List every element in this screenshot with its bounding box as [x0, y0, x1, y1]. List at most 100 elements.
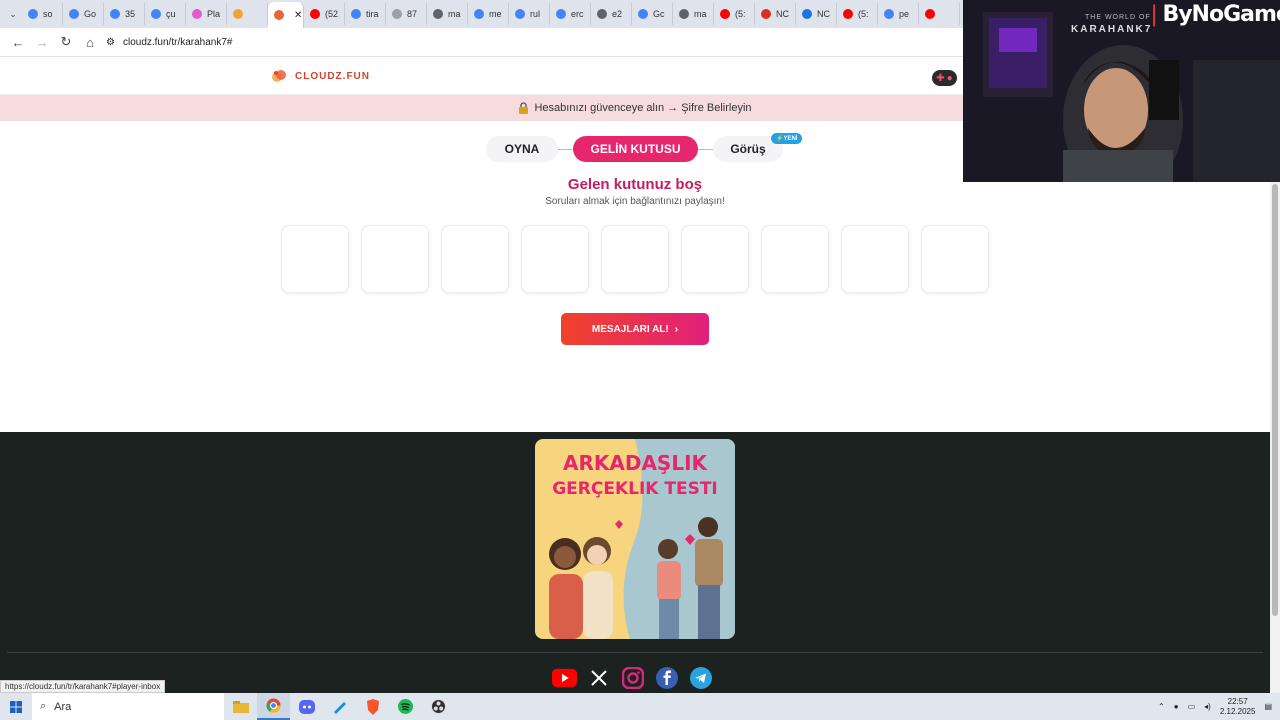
mode-tabs: OYNA GELİN KUTUSU Görüş ⚡YENİ: [486, 132, 806, 162]
notification-icon[interactable]: ▤: [1264, 702, 1272, 711]
system-tray: ⌃ ● ▭ ◂) 22:57 2.12.2025 ▤: [1158, 693, 1280, 720]
start-button[interactable]: [0, 693, 32, 720]
tab-favicon-icon: [28, 9, 38, 19]
promo-title-line2: GERÇEKLIK TESTI: [552, 479, 718, 499]
brave-app[interactable]: [356, 693, 389, 720]
x-icon[interactable]: [586, 665, 611, 690]
paint-app[interactable]: [323, 693, 356, 720]
tab-favicon-icon: [69, 9, 79, 19]
webcam-brand: ❘ByNoGame: [1145, 2, 1280, 27]
obs-icon: [431, 699, 446, 714]
brand-text: ByNoGame: [1162, 2, 1280, 27]
tab-connector: [698, 149, 713, 150]
browser-tab[interactable]: NC: [796, 3, 837, 25]
browser-tab[interactable]: ma: [427, 3, 468, 25]
browser-tab-label: rul: [530, 9, 541, 19]
tab-favicon-icon: [233, 9, 243, 19]
browser-tab[interactable]: NC: [755, 3, 796, 25]
tab-favicon-icon: [638, 9, 648, 19]
banner-text: Hesabınızı güvenceye alın → Şifre Belirl…: [534, 102, 752, 114]
browser-tab[interactable]: me: [468, 3, 509, 25]
browser-tab[interactable]: (5:: [714, 3, 755, 25]
browser-tab[interactable]: erc: [550, 3, 591, 25]
clock-time: 22:57: [1227, 696, 1248, 706]
browser-tab[interactable]: ma: [673, 3, 714, 25]
browser-tab[interactable]: ✕: [268, 2, 304, 28]
spotify-icon: [398, 699, 413, 714]
tab-play[interactable]: OYNA: [486, 136, 558, 162]
browser-tab[interactable]: [919, 3, 960, 25]
network-icon[interactable]: ▭: [1188, 702, 1196, 711]
tab-favicon-icon: [761, 9, 771, 19]
browser-tab[interactable]: e2: [591, 3, 632, 25]
volume-icon[interactable]: ◂): [1204, 702, 1211, 711]
browser-tab[interactable]: 87: [386, 3, 427, 25]
message-placeholder-card: [841, 225, 909, 293]
spotify-app[interactable]: [389, 693, 422, 720]
tab-favicon-icon: [474, 9, 484, 19]
browser-tab-label: so: [43, 9, 53, 19]
home-button[interactable]: ⌂: [78, 30, 102, 54]
browser-tab[interactable]: çu: [145, 3, 186, 25]
chevron-up-icon[interactable]: ⌃: [1158, 702, 1165, 711]
site-logo[interactable]: CLOUDZ.FUN: [270, 67, 370, 85]
file-explorer-app[interactable]: [224, 693, 257, 720]
tab-favicon-icon: [310, 9, 320, 19]
forward-button[interactable]: →: [30, 30, 54, 54]
browser-tab-label: me: [489, 9, 502, 19]
browser-tab[interactable]: tira: [345, 3, 386, 25]
taskbar-clock[interactable]: 22:57 2.12.2025: [1220, 697, 1256, 717]
browser-tab[interactable]: (5:: [837, 3, 878, 25]
chrome-app[interactable]: [257, 693, 290, 720]
footer-divider: [7, 652, 1263, 653]
windows-taskbar: ⌕ Ara ⌃ ● ▭ ◂) 22:57 2.12.2025 ▤: [0, 693, 1280, 720]
taskbar-search[interactable]: ⌕ Ara: [32, 693, 224, 720]
browser-tab-label: (5:: [735, 9, 746, 19]
message-placeholder-card: [761, 225, 829, 293]
social-links: [552, 665, 713, 690]
tab-favicon-icon: [110, 9, 120, 19]
site-info-icon[interactable]: ⚙: [106, 37, 115, 48]
address-url: cloudz.fun/tr/karahank7#: [122, 36, 233, 48]
browser-tab[interactable]: so: [22, 3, 63, 25]
message-placeholder-card: [361, 225, 429, 293]
telegram-icon[interactable]: [688, 665, 713, 690]
webcam-title-small: THE WORLD OF: [1085, 14, 1151, 21]
inbox-subtitle: Soruları almak için bağlantınızı paylaşı…: [545, 196, 725, 207]
microphone-icon[interactable]: ●: [1174, 702, 1179, 711]
browser-tab[interactable]: [227, 3, 268, 25]
close-tab-icon[interactable]: ✕: [294, 10, 302, 21]
browser-tab[interactable]: rul: [509, 3, 550, 25]
friendship-test-promo[interactable]: ARKADAŞLIK GERÇEKLIK TESTI: [535, 439, 735, 639]
get-messages-label: MESAJLARI AL!: [591, 323, 669, 335]
gamepad-button[interactable]: ✚ ●: [932, 70, 957, 86]
browser-tab-label: NC: [817, 9, 830, 19]
instagram-icon[interactable]: [620, 665, 645, 690]
search-icon: ⌕: [40, 700, 47, 712]
message-placeholder-card: [281, 225, 349, 293]
back-button[interactable]: ←: [6, 30, 30, 54]
browser-tab[interactable]: Go: [63, 3, 104, 25]
discord-app[interactable]: [290, 693, 323, 720]
folder-icon: [232, 700, 249, 713]
browser-tab-label: ma: [448, 9, 461, 19]
browser-tab[interactable]: (52: [304, 3, 345, 25]
inbox-placeholder-cards: [281, 225, 989, 293]
plus-icon: ✚: [936, 72, 945, 84]
message-placeholder-card: [681, 225, 749, 293]
youtube-icon[interactable]: [552, 665, 577, 690]
browser-tab[interactable]: pe: [878, 3, 919, 25]
address-bar[interactable]: ⚙ cloudz.fun/tr/karahank7#: [106, 31, 232, 53]
browser-tab[interactable]: 35: [104, 3, 145, 25]
brave-icon: [366, 698, 379, 715]
tab-search-button[interactable]: ⌄: [4, 2, 22, 26]
tab-inbox[interactable]: GELİN KUTUSU: [573, 136, 698, 162]
browser-tab[interactable]: Pla: [186, 3, 227, 25]
obs-app[interactable]: [422, 693, 455, 720]
tab-favicon-icon: [433, 9, 443, 19]
browser-tab[interactable]: Gc: [632, 3, 673, 25]
scrollbar-thumb[interactable]: [1272, 184, 1278, 616]
facebook-icon[interactable]: [654, 665, 679, 690]
get-messages-button[interactable]: MESAJLARI AL! ›: [561, 313, 709, 345]
reload-button[interactable]: ↻: [54, 30, 78, 54]
